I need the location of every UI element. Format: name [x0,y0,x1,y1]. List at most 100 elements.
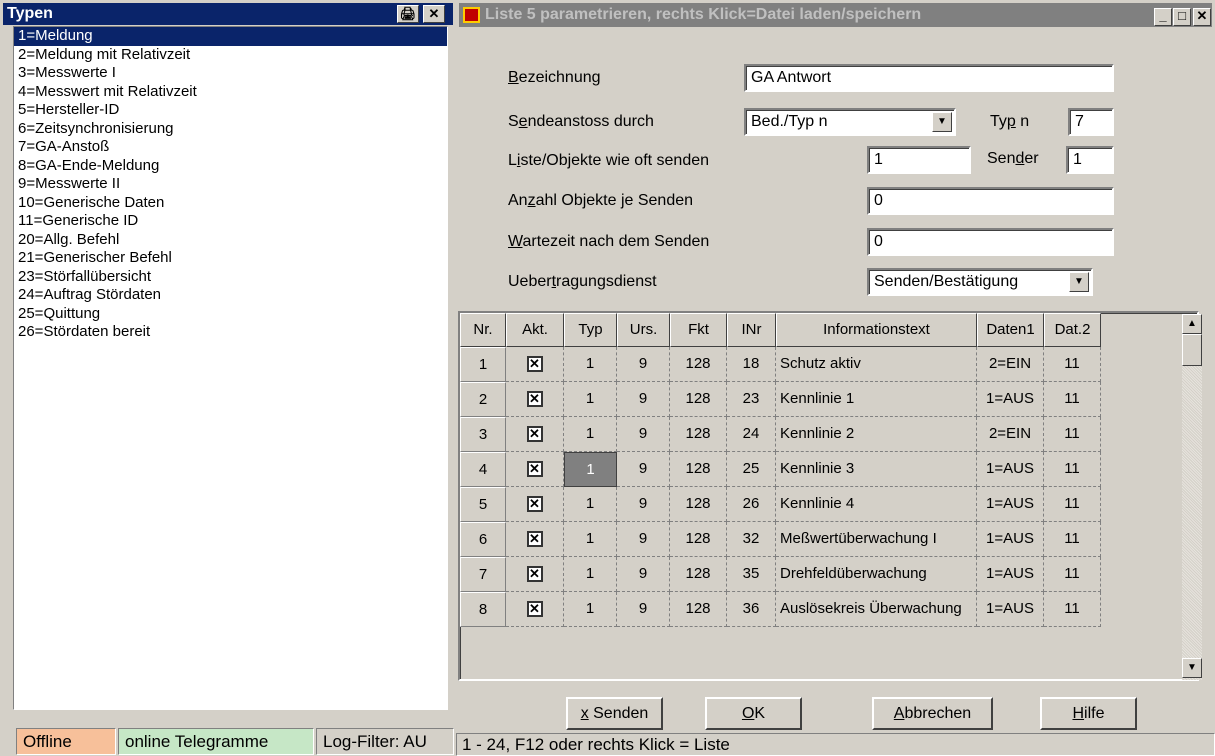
grid-active-checkbox[interactable]: ✕ [506,487,564,522]
sendeanstoss-select[interactable]: Bed./Typ n ▼ [744,108,956,136]
chevron-down-icon[interactable]: ▼ [932,112,952,132]
maximize-button[interactable]: □ [1173,8,1191,26]
grid-cell[interactable]: Kennlinie 3 [776,452,977,487]
grid-header-cell[interactable]: Dat.2 [1044,313,1101,347]
grid-cell[interactable]: 11 [1044,452,1101,487]
grid-cell[interactable]: 32 [727,522,776,557]
grid-cell[interactable]: 1 [564,487,617,522]
type-list-item[interactable]: 8=GA-Ende-Meldung [14,157,447,176]
grid-cell[interactable]: 11 [1044,417,1101,452]
grid-cell[interactable]: 128 [670,522,727,557]
grid-cell[interactable]: 2=EIN [977,347,1044,382]
grid-cell[interactable]: 11 [1044,382,1101,417]
type-list-item[interactable]: 4=Messwert mit Relativzeit [14,83,447,102]
grid-cell[interactable]: 128 [670,417,727,452]
grid-cell[interactable]: 1 [564,382,617,417]
grid-header-cell[interactable]: Akt. [506,313,564,347]
objects-grid[interactable]: Nr. Akt. Typ Urs. Fkt INr Informationstext Date… [458,311,1199,681]
grid-row-number[interactable]: 1 [460,347,506,382]
grid-active-checkbox[interactable]: ✕ [506,452,564,487]
checkbox-checked-icon[interactable]: ✕ [526,356,543,373]
grid-cell[interactable]: 128 [670,452,727,487]
grid-cell[interactable]: 11 [1044,592,1101,627]
grid-cell[interactable]: 9 [617,452,670,487]
grid-header-cell[interactable]: Typ [564,313,617,347]
grid-cell[interactable]: Schutz aktiv [776,347,977,382]
type-list-item[interactable]: 6=Zeitsynchronisierung [14,120,447,139]
checkbox-checked-icon[interactable]: ✕ [526,426,543,443]
type-list-item[interactable]: 10=Generische Daten [14,194,447,213]
grid-header-cell[interactable]: Informationstext [776,313,977,347]
type-list-item[interactable]: 1=Meldung [14,27,447,46]
grid-active-checkbox[interactable]: ✕ [506,417,564,452]
grid-cell[interactable]: 128 [670,487,727,522]
type-list-item[interactable]: 23=Störfallübersicht [14,268,447,287]
grid-cell[interactable]: 24 [727,417,776,452]
grid-cell[interactable]: 2=EIN [977,417,1044,452]
grid-cell[interactable]: 11 [1044,347,1101,382]
grid-header-cell[interactable]: Daten1 [977,313,1044,347]
grid-row-number[interactable]: 3 [460,417,506,452]
send-button[interactable]: x Senden [566,697,663,730]
type-list-item[interactable]: 3=Messwerte I [14,64,447,83]
liste-input[interactable]: 1 [867,146,971,174]
help-button[interactable]: Hilfe [1040,697,1137,730]
grid-cell[interactable]: Drehfeldüberwachung [776,557,977,592]
grid-cell[interactable]: 9 [617,522,670,557]
type-list-item[interactable]: 11=Generische ID [14,212,447,231]
wartezeit-input[interactable]: 0 [867,228,1114,256]
type-list-item[interactable]: 26=Stördaten bereit [14,323,447,342]
type-list-item[interactable]: 24=Auftrag Stördaten [14,286,447,305]
checkbox-checked-icon[interactable]: ✕ [526,566,543,583]
grid-cell[interactable]: 9 [617,487,670,522]
grid-cell[interactable]: 1=AUS [977,557,1044,592]
grid-active-checkbox[interactable]: ✕ [506,592,564,627]
grid-cell[interactable]: 9 [617,382,670,417]
type-list-item[interactable]: 25=Quittung [14,305,447,324]
grid-cell[interactable]: 1 [564,592,617,627]
grid-cell[interactable]: 9 [617,417,670,452]
grid-cell[interactable]: 1=AUS [977,592,1044,627]
checkbox-checked-icon[interactable]: ✕ [526,461,543,478]
chevron-down-icon[interactable]: ▼ [1069,272,1089,292]
grid-cell[interactable]: 9 [617,347,670,382]
scroll-thumb[interactable] [1182,334,1202,366]
grid-header-cell[interactable]: Nr. [460,313,506,347]
grid-cell[interactable]: 1=AUS [977,487,1044,522]
grid-cell[interactable]: 11 [1044,522,1101,557]
grid-cell[interactable]: 128 [670,592,727,627]
grid-cell[interactable]: 25 [727,452,776,487]
grid-cell[interactable]: 36 [727,592,776,627]
minimize-button[interactable]: _ [1154,8,1172,26]
grid-cell[interactable]: 128 [670,347,727,382]
grid-cell[interactable]: 128 [670,557,727,592]
grid-cell[interactable]: Kennlinie 2 [776,417,977,452]
grid-row-number[interactable]: 5 [460,487,506,522]
grid-row-number[interactable]: 7 [460,557,506,592]
grid-cell[interactable]: Kennlinie 1 [776,382,977,417]
grid-cell[interactable]: Auslösekreis Überwachung [776,592,977,627]
grid-row-number[interactable]: 2 [460,382,506,417]
grid-active-checkbox[interactable]: ✕ [506,347,564,382]
window-close-button[interactable]: ✕ [1193,8,1211,26]
uebertragung-select[interactable]: Senden/Bestätigung ▼ [867,268,1093,296]
grid-row-number[interactable]: 8 [460,592,506,627]
grid-cell[interactable]: 35 [727,557,776,592]
grid-cell[interactable]: 1=AUS [977,452,1044,487]
type-list-item[interactable]: 7=GA-Anstoß [14,138,447,157]
bezeichnung-input[interactable]: GA Antwort [744,64,1114,92]
grid-cell[interactable]: 1 [564,347,617,382]
grid-header-cell[interactable]: INr [727,313,776,347]
checkbox-checked-icon[interactable]: ✕ [526,531,543,548]
scroll-up-button[interactable]: ▲ [1182,314,1202,334]
grid-cell[interactable]: Meßwertüberwachung I [776,522,977,557]
grid-cell[interactable]: 18 [727,347,776,382]
grid-row-number[interactable]: 6 [460,522,506,557]
grid-cell[interactable]: 1=AUS [977,522,1044,557]
cancel-button[interactable]: Abbrechen [872,697,993,730]
types-list[interactable]: 1=Meldung 2=Meldung mit Relativzeit 3=Mess… [13,26,448,710]
ok-button[interactable]: OK [705,697,802,730]
grid-cell[interactable]: 1 [564,417,617,452]
grid-scrollbar[interactable]: ▲ ▼ [1182,314,1202,680]
grid-cell[interactable]: 11 [1044,557,1101,592]
